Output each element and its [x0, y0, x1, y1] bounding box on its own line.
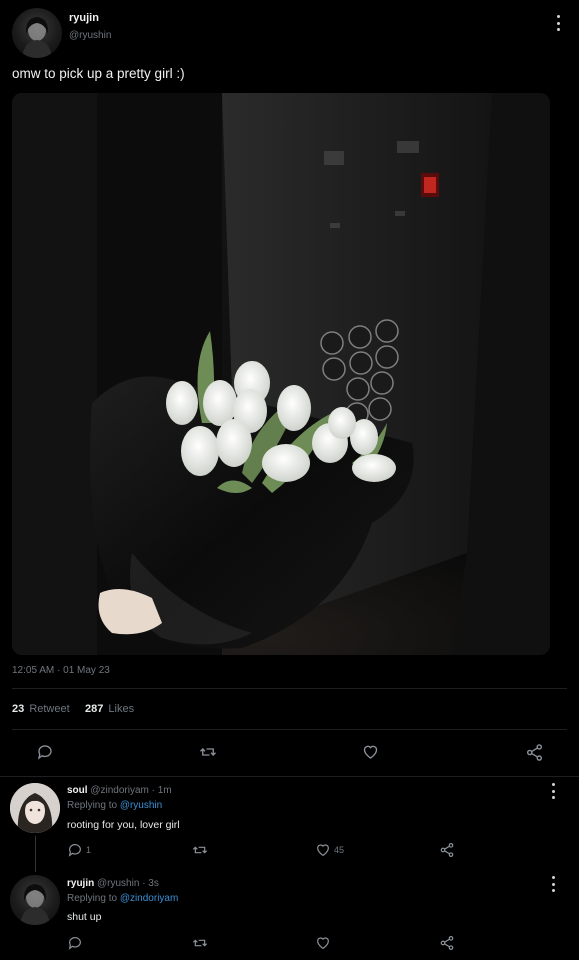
thread-line	[35, 836, 36, 872]
retweet-count: 23	[12, 703, 25, 715]
reply-text: shut up	[67, 911, 102, 923]
tweet-timestamp: 12:05 AM · 01 May 23	[12, 665, 110, 676]
reply-icon[interactable]	[67, 935, 83, 951]
more-vertical-icon[interactable]	[547, 783, 559, 799]
more-vertical-icon[interactable]	[547, 876, 559, 892]
share-icon[interactable]	[439, 935, 455, 951]
retweet-icon[interactable]	[198, 743, 218, 761]
replying-to: Replying to @ryushin	[67, 800, 162, 811]
reply-header: soul @zindoriyam · 1m	[67, 785, 172, 796]
likes-count: 287	[85, 703, 104, 715]
share-icon[interactable]	[439, 842, 455, 858]
heart-icon[interactable]	[315, 935, 331, 951]
avatar-portrait	[20, 884, 50, 925]
replying-to-label: Replying to	[67, 800, 118, 811]
reply-author-handle[interactable]: @zindoriyam	[90, 785, 149, 796]
divider	[12, 729, 567, 730]
reply-time: · 1m	[151, 785, 172, 796]
reply-avatar[interactable]	[10, 783, 60, 833]
retweet-icon[interactable]	[191, 935, 209, 951]
more-vertical-icon[interactable]	[552, 15, 564, 31]
reply-header: ryujin @ryushin · 3s	[67, 878, 159, 889]
retweet-icon[interactable]	[191, 842, 209, 858]
author-avatar[interactable]	[12, 8, 62, 58]
tweet-photo[interactable]	[12, 93, 550, 655]
reply-time: · 3s	[142, 878, 159, 889]
elevator-bouquet-photo	[12, 93, 550, 655]
replying-to-handle[interactable]: @zindoriyam	[120, 893, 179, 904]
tweet-text: omw to pick up a pretty girl :)	[12, 66, 185, 81]
likes-label: Likes	[108, 703, 135, 715]
replying-to-handle[interactable]: @ryushin	[120, 800, 162, 811]
reply-icon[interactable]	[36, 743, 54, 761]
author-handle[interactable]: @ryushin	[69, 30, 111, 41]
avatar-portrait	[22, 17, 52, 58]
reply-author-handle[interactable]: @ryushin	[97, 878, 139, 889]
avatar-portrait	[10, 783, 60, 833]
reply-icon[interactable]: 1	[67, 842, 91, 858]
share-icon[interactable]	[525, 743, 544, 762]
reply-text: rooting for you, lover girl	[67, 819, 180, 831]
reply-author-name[interactable]: ryujin	[67, 878, 94, 889]
like-count: 45	[334, 845, 345, 855]
replying-to-label: Replying to	[67, 893, 118, 904]
heart-icon[interactable]: 45	[315, 842, 344, 858]
reply-count: 1	[86, 845, 92, 855]
divider	[0, 776, 579, 777]
likes-stats[interactable]: 287 Likes	[85, 703, 134, 715]
reply-author-name[interactable]: soul	[67, 785, 88, 796]
replying-to: Replying to @zindoriyam	[67, 893, 178, 904]
retweet-label: Retweet	[29, 703, 70, 715]
retweet-stats[interactable]: 23 Retweet	[12, 703, 70, 715]
reply-avatar[interactable]	[10, 875, 60, 925]
author-name[interactable]: ryujin	[69, 12, 99, 24]
divider	[12, 688, 567, 689]
heart-icon[interactable]	[361, 743, 380, 761]
